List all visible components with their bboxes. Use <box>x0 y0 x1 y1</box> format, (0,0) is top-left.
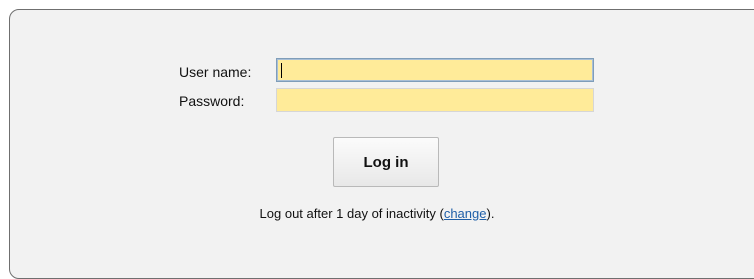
username-input[interactable] <box>276 58 594 82</box>
change-inactivity-link[interactable]: change <box>444 206 487 221</box>
text-caret <box>281 63 282 78</box>
password-input[interactable] <box>276 88 594 112</box>
username-label: User name: <box>179 64 252 80</box>
inactivity-text: Log out after 1 day of inactivity ( <box>259 206 444 221</box>
password-label: Password: <box>179 93 245 109</box>
login-button[interactable]: Log in <box>333 137 439 187</box>
inactivity-note: Log out after 1 day of inactivity (chang… <box>0 206 754 221</box>
inactivity-text-end: ). <box>486 206 495 221</box>
